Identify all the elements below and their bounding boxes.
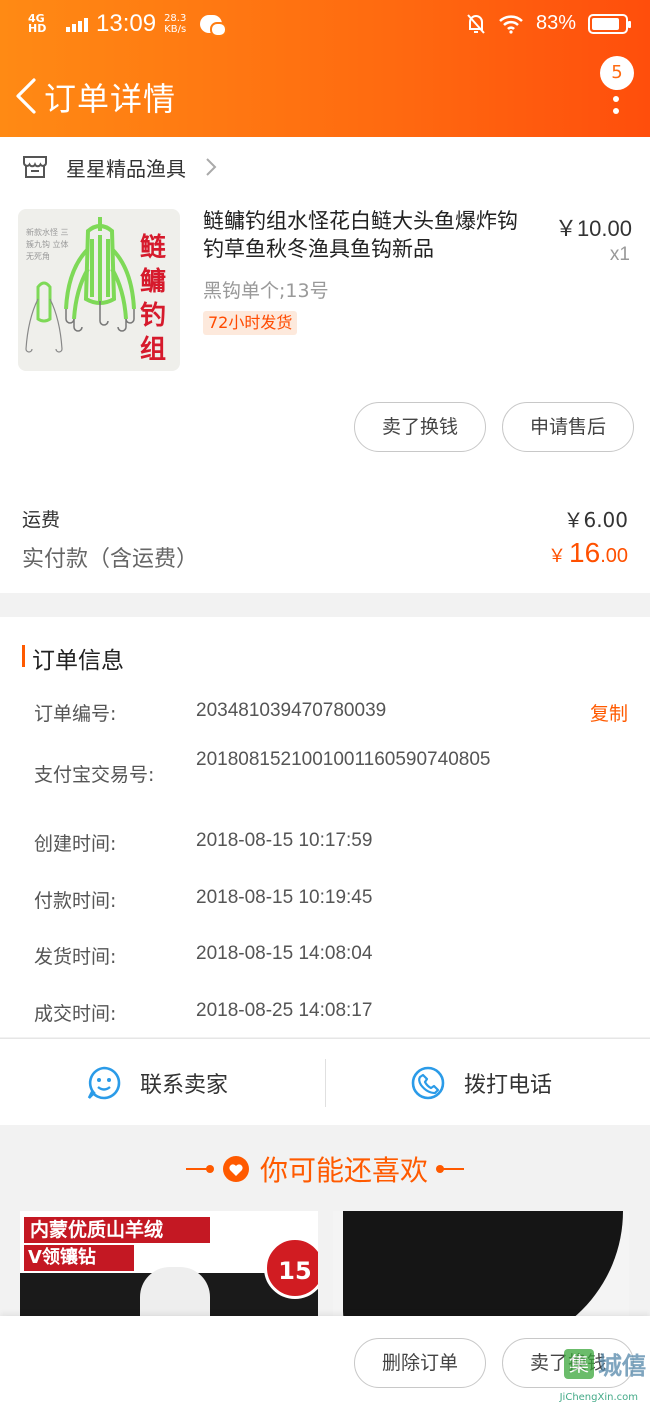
clock: 13:09 bbox=[96, 10, 157, 37]
wechat-icon bbox=[200, 15, 228, 37]
paid-amount: ￥ 16 .00 bbox=[548, 537, 628, 569]
order-info-title: 订单信息 bbox=[32, 648, 124, 674]
info-value: 2018-08-25 14:08:17 bbox=[196, 1000, 373, 1021]
paid-decimal: .00 bbox=[600, 545, 628, 567]
shipping-fee-label: 运费 bbox=[22, 509, 61, 531]
battery-icon bbox=[588, 13, 631, 34]
info-value: 20180815210010011605907408​05 bbox=[196, 749, 491, 770]
paid-currency: ￥ bbox=[548, 546, 567, 567]
watermark-mark: 集 bbox=[564, 1348, 594, 1379]
app-header: 4G HD 13:09 28.3 KB/s 83% 订单详情 5 bbox=[0, 0, 650, 137]
recommend-card-subline: V领镶钻 bbox=[24, 1245, 134, 1271]
info-value: 2018-08-15 10:17:59 bbox=[196, 830, 373, 851]
sell-button[interactable]: 卖了换钱 bbox=[354, 402, 486, 452]
shipping-fee-value: ￥6.00 bbox=[563, 508, 628, 532]
status-bar: 4G HD 13:09 28.3 KB/s 83% bbox=[0, 0, 650, 52]
heart-icon bbox=[222, 1156, 249, 1182]
store-icon bbox=[23, 156, 47, 178]
contact-bar: 联系卖家 拨打电话 bbox=[0, 1038, 650, 1125]
call-phone-button[interactable]: 拨打电话 bbox=[410, 1039, 552, 1126]
info-value: 2018-08-15 14:08:04 bbox=[196, 943, 373, 964]
contact-seller-label: 联系卖家 bbox=[140, 1072, 229, 1098]
product-image-caption: 新款水怪 三簇九钩 立体无死角 bbox=[26, 228, 69, 261]
info-label: 订单编号: bbox=[34, 703, 117, 725]
info-value: 2018-08-15 10:19:45 bbox=[196, 887, 373, 908]
bottom-action-bar: 删除订单 卖了换钱 集 城僖 JiChengXin.com bbox=[0, 1316, 650, 1408]
section-accent-bar bbox=[22, 645, 25, 667]
color-count-badge: 15色 bbox=[264, 1237, 318, 1347]
order-card: 星星精品渔具 新款水怪 三簇九钩 立体无死角 鲢鳙钓组 鲢鳙钓组水怪花白鲢大头鱼… bbox=[0, 137, 650, 593]
product-sku: 黑钩单个;13号 bbox=[203, 280, 329, 302]
info-label: 发货时间: bbox=[34, 946, 117, 968]
product-image-title: 鲢鳙钓组 bbox=[140, 233, 167, 365]
battery-level bbox=[592, 17, 619, 30]
product-quantity: x1 bbox=[609, 244, 630, 265]
page-title: 订单详情 bbox=[44, 80, 177, 118]
watermark-text: 城僖 bbox=[598, 1352, 646, 1380]
order-info-section: 订单信息 订单编号: 203481039470780039 复制 支付宝交易号:… bbox=[0, 617, 650, 1037]
info-label: 支付宝交易号: bbox=[34, 764, 155, 786]
recommend-title: 你可能还喜欢 bbox=[0, 1149, 650, 1189]
speed-unit: KB/s bbox=[164, 24, 187, 35]
recommend-card-headline: 内蒙优质山羊绒 bbox=[24, 1217, 210, 1243]
info-value: 203481039470780039 bbox=[196, 700, 387, 721]
watermark-logo: 集 城僖 bbox=[564, 1346, 646, 1381]
call-phone-label: 拨打电话 bbox=[464, 1072, 553, 1098]
contact-seller-button[interactable]: 联系卖家 bbox=[86, 1039, 228, 1126]
watermark-url: JiChengXin.com bbox=[559, 1392, 638, 1403]
title-ornament-left bbox=[185, 1165, 214, 1173]
mute-icon bbox=[467, 13, 485, 34]
battery-percent: 83% bbox=[535, 12, 576, 34]
wifi-icon bbox=[499, 14, 523, 34]
title-ornament-right bbox=[436, 1165, 464, 1173]
info-label: 创建时间: bbox=[34, 833, 117, 855]
info-label: 成交时间: bbox=[34, 1003, 117, 1025]
divider bbox=[325, 1059, 326, 1107]
chat-face-icon bbox=[87, 1066, 121, 1099]
paid-amount-label: 实付款（含运费） bbox=[22, 547, 199, 572]
product-image[interactable]: 新款水怪 三簇九钩 立体无死角 鲢鳙钓组 bbox=[18, 209, 180, 371]
network-indicator: 4G HD bbox=[28, 12, 47, 35]
phone-icon bbox=[411, 1066, 445, 1099]
product-price: ￥10.00 bbox=[554, 216, 632, 241]
info-label: 付款时间: bbox=[34, 890, 117, 912]
message-badge[interactable]: 5 bbox=[600, 56, 634, 90]
recommend-section: 你可能还喜欢 内蒙优质山羊绒 V领镶钻 15色 bbox=[0, 1125, 650, 1371]
delete-order-button[interactable]: 删除订单 bbox=[354, 1338, 486, 1388]
chevron-right-icon bbox=[206, 158, 217, 176]
recommend-title-text: 你可能还喜欢 bbox=[259, 1154, 428, 1187]
nav-bar: 订单详情 5 bbox=[0, 56, 650, 130]
shop-link[interactable]: 星星精品渔具 bbox=[22, 145, 218, 189]
shop-name: 星星精品渔具 bbox=[66, 156, 186, 181]
signal-icon bbox=[66, 16, 88, 32]
copy-button[interactable]: 复制 bbox=[590, 699, 628, 726]
back-arrow-icon[interactable] bbox=[12, 76, 40, 116]
after-sale-button[interactable]: 申请售后 bbox=[502, 402, 634, 452]
network-speed: 28.3 KB/s bbox=[164, 13, 186, 35]
shipping-tag: 72小时发货 bbox=[203, 311, 298, 335]
speed-value: 28.3 bbox=[164, 13, 187, 24]
paid-integer: 16 bbox=[569, 537, 601, 568]
product-name[interactable]: 鲢鳙钓组水怪花白鲢大头鱼爆炸钩钓草鱼秋冬渔具鱼钩新品 bbox=[203, 207, 538, 263]
